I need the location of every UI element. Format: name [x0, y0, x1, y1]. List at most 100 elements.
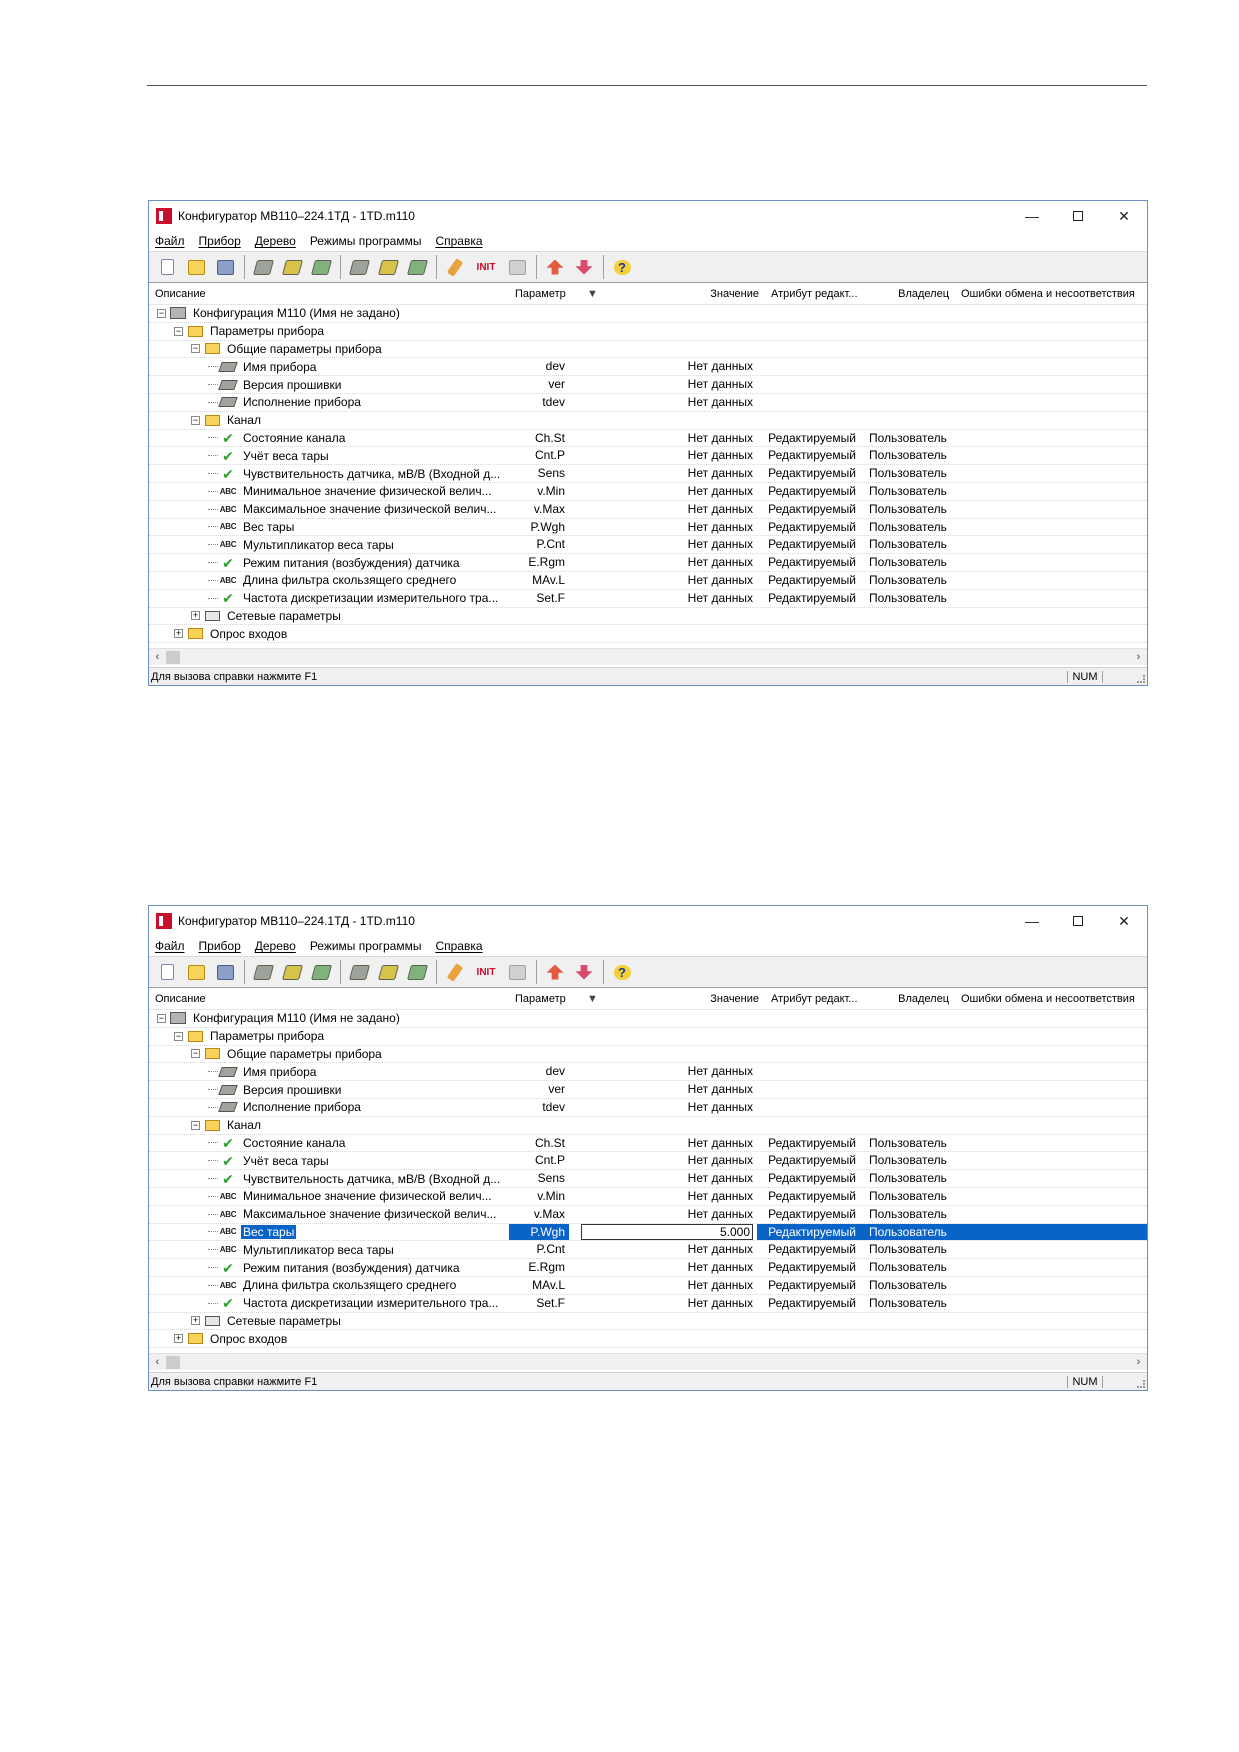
column-value[interactable]: Значение	[601, 288, 765, 300]
tree-row[interactable]: ABC Минимальное значение физической вели…	[149, 1188, 1147, 1206]
close-button[interactable]: ✕	[1101, 201, 1147, 231]
menu-file[interactable]: Файл	[155, 939, 185, 953]
tree-row[interactable]: ABC Минимальное значение физической вели…	[149, 483, 1147, 501]
save-button[interactable]	[213, 256, 237, 278]
menu-help[interactable]: Справка	[435, 939, 482, 953]
tree-row[interactable]: − Общие параметры прибора	[149, 1046, 1147, 1064]
tree-row[interactable]: Имя прибора dev Нет данных	[149, 358, 1147, 377]
column-value[interactable]: Значение	[601, 993, 765, 1005]
tree-row[interactable]: ✔ Режим питания (возбуждения) датчика E.…	[149, 1259, 1147, 1277]
scroll-left-icon[interactable]: ‹	[149, 1356, 166, 1368]
new-file-button[interactable]	[155, 256, 179, 278]
column-attribute[interactable]: Атрибут редакт...	[765, 993, 875, 1005]
column-owner[interactable]: Владелец	[875, 993, 955, 1005]
new-file-button[interactable]	[155, 961, 179, 983]
menu-device[interactable]: Прибор	[199, 939, 241, 953]
tree-row[interactable]: + Сетевые параметры	[149, 608, 1147, 626]
param-write-button[interactable]	[376, 256, 400, 278]
tree-row[interactable]: ABC Вес тары P.Wgh Нет данных Редактируе…	[149, 519, 1147, 537]
help-button[interactable]: ?	[610, 256, 634, 278]
param-read-button[interactable]	[347, 256, 371, 278]
column-parameter[interactable]: Параметр	[509, 993, 581, 1005]
collapse-icon[interactable]: −	[191, 415, 200, 425]
collapse-icon[interactable]: −	[191, 344, 200, 354]
clear-button[interactable]	[443, 256, 467, 278]
tree-row[interactable]: + Опрос входов	[149, 625, 1147, 644]
tree-row[interactable]: ABC Мультипликатор веса тары P.Cnt Нет д…	[149, 536, 1147, 555]
network-button[interactable]	[505, 256, 529, 278]
param-write-button[interactable]	[376, 961, 400, 983]
tree-row[interactable]: ABC Вес тары P.Wgh 5.000 Редактируемый П…	[149, 1223, 1147, 1242]
init-button[interactable]: INIT	[472, 256, 500, 278]
tree-row[interactable]: ABC Мультипликатор веса тары P.Cnt Нет д…	[149, 1241, 1147, 1260]
param-compare-button[interactable]	[405, 961, 429, 983]
device-write-button[interactable]	[280, 256, 304, 278]
download-button[interactable]	[572, 256, 596, 278]
download-button[interactable]	[572, 961, 596, 983]
tree-row[interactable]: ✔ Режим питания (возбуждения) датчика E.…	[149, 554, 1147, 572]
tree-row[interactable]: − Параметры прибора	[149, 1028, 1147, 1046]
minimize-button[interactable]: —	[1009, 906, 1055, 936]
tree-row[interactable]: Имя прибора dev Нет данных	[149, 1063, 1147, 1082]
tree-row[interactable]: − Канал	[149, 412, 1147, 430]
column-description[interactable]: Описание	[149, 288, 509, 300]
device-read-button[interactable]	[251, 961, 275, 983]
tree-row[interactable]: Версия прошивки ver Нет данных	[149, 376, 1147, 394]
collapse-icon[interactable]: −	[191, 1120, 200, 1130]
tree-row[interactable]: ABC Длина фильтра скользящего среднего M…	[149, 1277, 1147, 1295]
collapse-icon[interactable]: −	[191, 1049, 200, 1059]
param-read-button[interactable]	[347, 961, 371, 983]
collapse-icon[interactable]: −	[157, 308, 166, 318]
value-edit-field[interactable]: 5.000	[581, 1223, 753, 1241]
tree-row[interactable]: ABC Максимальное значение физической вел…	[149, 1206, 1147, 1224]
device-write-button[interactable]	[280, 961, 304, 983]
expand-icon[interactable]: +	[174, 629, 183, 639]
tree-row[interactable]: ✔ Частота дискретизации измерительного т…	[149, 1295, 1147, 1313]
param-compare-button[interactable]	[405, 256, 429, 278]
scroll-left-icon[interactable]: ‹	[149, 651, 166, 663]
maximize-button[interactable]	[1055, 906, 1101, 936]
tree-row[interactable]: − Конфигурация М110 (Имя не задано)	[149, 1010, 1147, 1028]
expand-icon[interactable]: +	[191, 1316, 200, 1326]
open-file-button[interactable]	[184, 256, 208, 278]
collapse-icon[interactable]: −	[174, 1031, 183, 1041]
tree-row[interactable]: Версия прошивки ver Нет данных	[149, 1081, 1147, 1099]
menu-program-modes[interactable]: Режимы программы	[310, 939, 422, 953]
tree-row[interactable]: ✔ Учёт веса тары Cnt.P Нет данных Редакт…	[149, 1152, 1147, 1171]
resize-grip-icon[interactable]	[1137, 1380, 1145, 1388]
upload-button[interactable]	[543, 256, 567, 278]
tree-row[interactable]: ✔ Состояние канала Ch.St Нет данных Реда…	[149, 1135, 1147, 1153]
scroll-thumb[interactable]	[166, 650, 180, 664]
device-compare-button[interactable]	[309, 256, 333, 278]
minimize-button[interactable]: —	[1009, 201, 1055, 231]
network-button[interactable]	[505, 961, 529, 983]
scroll-right-icon[interactable]: ›	[1130, 651, 1147, 663]
close-button[interactable]: ✕	[1101, 906, 1147, 936]
collapse-icon[interactable]: −	[157, 1013, 166, 1023]
column-attribute[interactable]: Атрибут редакт...	[765, 288, 875, 300]
tree-row[interactable]: ✔ Чувствительность датчика, мВ/В (Входно…	[149, 465, 1147, 483]
tree-row[interactable]: − Конфигурация М110 (Имя не задано)	[149, 305, 1147, 323]
scroll-right-icon[interactable]: ›	[1130, 1356, 1147, 1368]
tree-row[interactable]: Исполнение прибора tdev Нет данных	[149, 394, 1147, 412]
column-parameter[interactable]: Параметр	[509, 288, 581, 300]
tree-row[interactable]: − Канал	[149, 1117, 1147, 1135]
clear-button[interactable]	[443, 961, 467, 983]
menu-program-modes[interactable]: Режимы программы	[310, 234, 422, 248]
init-button[interactable]: INIT	[472, 961, 500, 983]
horizontal-scrollbar[interactable]: ‹ ›	[149, 1353, 1147, 1370]
save-button[interactable]	[213, 961, 237, 983]
expand-icon[interactable]: +	[174, 1334, 183, 1344]
menu-device[interactable]: Прибор	[199, 234, 241, 248]
help-button[interactable]: ?	[610, 961, 634, 983]
upload-button[interactable]	[543, 961, 567, 983]
tree-row[interactable]: + Опрос входов	[149, 1330, 1147, 1349]
tree-row[interactable]: ✔ Частота дискретизации измерительного т…	[149, 590, 1147, 608]
tree-row[interactable]: ✔ Учёт веса тары Cnt.P Нет данных Редакт…	[149, 447, 1147, 466]
tree-row[interactable]: ABC Максимальное значение физической вел…	[149, 501, 1147, 519]
tree-row[interactable]: − Параметры прибора	[149, 323, 1147, 341]
scroll-thumb[interactable]	[166, 1355, 180, 1369]
tree-row[interactable]: − Общие параметры прибора	[149, 341, 1147, 359]
maximize-button[interactable]	[1055, 201, 1101, 231]
tree-row[interactable]: Исполнение прибора tdev Нет данных	[149, 1099, 1147, 1117]
